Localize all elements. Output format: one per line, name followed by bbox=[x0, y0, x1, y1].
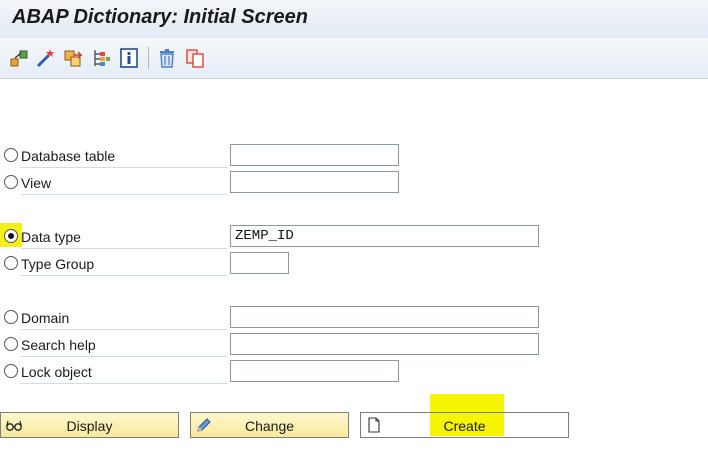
label-type-group: Type Group bbox=[21, 256, 95, 272]
copy-icon[interactable] bbox=[184, 47, 206, 69]
label-underline bbox=[21, 329, 227, 330]
radio-lock-object[interactable] bbox=[2, 364, 20, 382]
search-help-input[interactable] bbox=[230, 333, 539, 355]
row-lock-object: Lock object bbox=[0, 360, 400, 384]
title-bar: ABAP Dictionary: Initial Screen bbox=[0, 0, 708, 38]
display-button-label: Display bbox=[66, 418, 113, 434]
label-underline bbox=[21, 194, 227, 195]
label-data-type: Data type bbox=[21, 229, 81, 245]
lock-object-input[interactable] bbox=[230, 360, 399, 382]
radio-domain[interactable] bbox=[2, 310, 20, 328]
database-table-input[interactable] bbox=[230, 144, 399, 166]
label-underline bbox=[21, 248, 227, 249]
create-button[interactable]: Create bbox=[360, 412, 569, 438]
change-button[interactable]: Change bbox=[190, 412, 349, 438]
abap-dictionary-screen: ABAP Dictionary: Initial Screen Database… bbox=[0, 0, 708, 468]
label-underline bbox=[21, 275, 227, 276]
where-used-icon[interactable] bbox=[90, 47, 112, 69]
radio-data-type[interactable] bbox=[2, 229, 20, 247]
screen-title: ABAP Dictionary: Initial Screen bbox=[12, 6, 308, 28]
view-input[interactable] bbox=[230, 171, 399, 193]
label-underline bbox=[21, 383, 227, 384]
radio-database-table[interactable] bbox=[2, 148, 20, 166]
row-data-type: Data type bbox=[0, 223, 540, 249]
row-domain: Domain bbox=[0, 306, 540, 330]
label-database-table: Database table bbox=[21, 148, 116, 164]
delete-icon[interactable] bbox=[156, 47, 178, 69]
toolbar-separator bbox=[148, 47, 149, 69]
check-wand-icon[interactable] bbox=[34, 47, 56, 69]
change-button-label: Change bbox=[244, 418, 295, 434]
label-domain: Domain bbox=[21, 310, 70, 326]
data-type-input[interactable] bbox=[230, 225, 539, 247]
radio-view[interactable] bbox=[2, 175, 20, 193]
application-toolbar bbox=[0, 38, 708, 79]
domain-input[interactable] bbox=[230, 306, 539, 328]
create-button-label: Create bbox=[443, 418, 486, 434]
radio-type-group[interactable] bbox=[2, 256, 20, 274]
label-search-help: Search help bbox=[21, 337, 96, 353]
row-view: View bbox=[0, 171, 400, 195]
row-type-group: Type Group bbox=[0, 252, 300, 276]
label-underline bbox=[21, 356, 227, 357]
label-view: View bbox=[21, 175, 52, 191]
row-database-table: Database table bbox=[0, 144, 400, 168]
info-icon[interactable] bbox=[118, 47, 140, 69]
other-object-icon[interactable] bbox=[8, 47, 30, 69]
radio-search-help[interactable] bbox=[2, 337, 20, 355]
display-button[interactable]: Display bbox=[0, 412, 179, 438]
type-group-input[interactable] bbox=[230, 252, 289, 274]
label-lock-object: Lock object bbox=[21, 364, 92, 380]
row-search-help: Search help bbox=[0, 333, 540, 357]
activate-icon[interactable] bbox=[62, 47, 84, 69]
label-underline bbox=[21, 167, 227, 168]
